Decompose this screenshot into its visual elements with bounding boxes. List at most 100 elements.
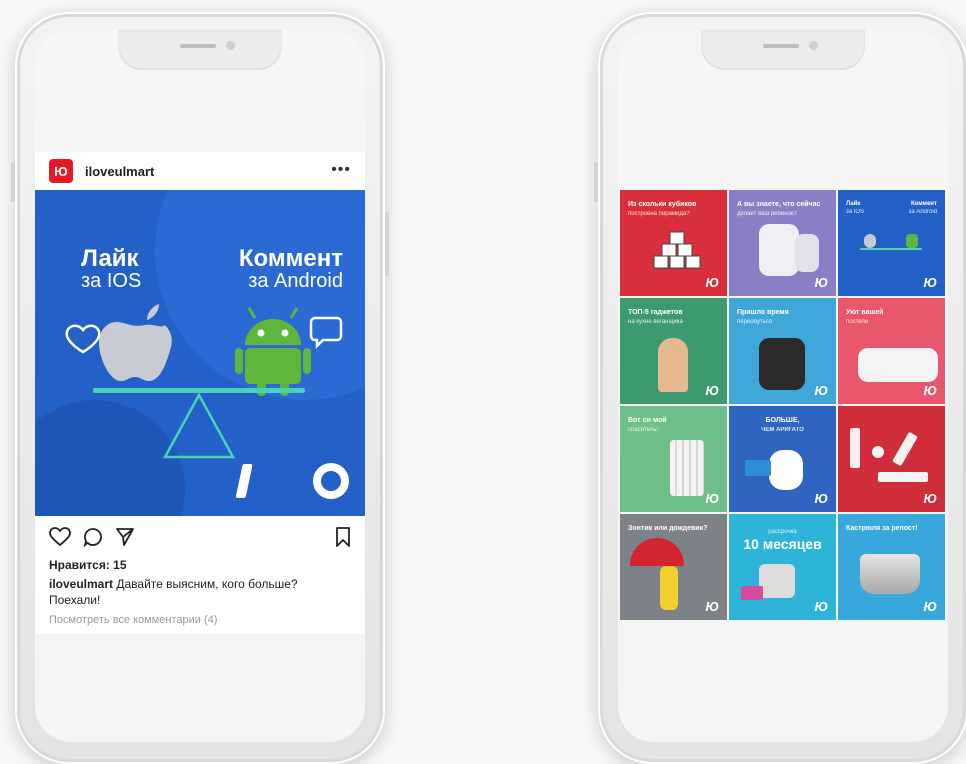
brand-logo-icon: Ю bbox=[814, 491, 828, 506]
tile-subtitle: постели bbox=[846, 319, 869, 325]
brand-logo-icon: Ю bbox=[705, 491, 719, 506]
brand-logo-icon: Ю bbox=[923, 491, 937, 506]
tile-subtitle: на кухне веганщика bbox=[628, 319, 683, 325]
volume-button bbox=[11, 162, 15, 202]
notch bbox=[701, 30, 865, 70]
comment-subtitle: за Android bbox=[248, 270, 343, 293]
grid-tile[interactable]: Кастрюля за репост! Ю bbox=[838, 514, 945, 620]
like-title: Лайк bbox=[81, 245, 139, 272]
apple-icon bbox=[99, 304, 172, 381]
tile-title: Пришло время bbox=[737, 309, 789, 316]
phone-left: Ю iloveulmart ••• Лайк за IOS Коммент за… bbox=[11, 12, 389, 764]
brand-logo-icon: Ю bbox=[923, 275, 937, 290]
tile-title: Вот он мой bbox=[628, 417, 667, 424]
grid-tile[interactable]: А вы знаете, что сейчас делает ваш ребен… bbox=[729, 190, 836, 296]
cubes-pyramid-icon bbox=[653, 231, 701, 269]
seesaw-plank bbox=[93, 388, 305, 393]
comment-for-android-text: Коммент за Android bbox=[239, 246, 343, 292]
brand-logo-icon: Ю bbox=[705, 383, 719, 398]
post-image[interactable]: Лайк за IOS Коммент за Android bbox=[35, 190, 365, 516]
like-for-ios-text: Лайк за IOS bbox=[81, 246, 141, 292]
tile-title: Из скольки кубиков bbox=[628, 201, 697, 208]
tile-title: рассрочка bbox=[768, 529, 797, 535]
tile-title: БОЛЬШЕ, bbox=[765, 417, 800, 424]
like-subtitle: за IOS bbox=[81, 270, 142, 293]
phone-screen: Ю iloveulmart ••• Лайк за IOS Коммент за… bbox=[35, 30, 365, 742]
card-image bbox=[741, 586, 763, 600]
umbrella-image bbox=[630, 538, 684, 566]
notch bbox=[118, 30, 282, 70]
power-button bbox=[385, 212, 389, 276]
grid-tile[interactable]: Лайк за IOS Коммент за Android Ю bbox=[838, 190, 945, 296]
view-all-comments-link[interactable]: Посмотреть все комментарии (4) bbox=[35, 608, 365, 634]
power-strip-image bbox=[892, 431, 918, 467]
like-heart-icon[interactable] bbox=[49, 527, 71, 547]
grid-tile[interactable]: Зонтик или дождевик? Ю bbox=[620, 514, 727, 620]
post-illustration bbox=[35, 190, 365, 516]
tile-title: А вы знаете, что сейчас bbox=[737, 201, 821, 208]
tile-subtitle: переобуться bbox=[737, 319, 773, 325]
card-image bbox=[745, 460, 771, 476]
phone-screen: Из скольки кубиков построена пирамида? Ю… bbox=[618, 30, 948, 742]
raincoat-image bbox=[660, 566, 678, 610]
apple-icon bbox=[864, 234, 876, 248]
post-actions bbox=[35, 516, 365, 558]
brand-logo-icon: Ю bbox=[705, 275, 719, 290]
tile-title: ТОП-5 гаджетов bbox=[628, 309, 683, 316]
tile-subtitle: за IOS bbox=[846, 209, 865, 215]
baby-monitor-image bbox=[795, 234, 819, 272]
likes-count[interactable]: Нравится: 15 bbox=[35, 558, 365, 572]
post-caption: iloveulmart Давайте выясним, кого больше… bbox=[35, 572, 365, 608]
grid-tile[interactable]: Пришло время переобуться Ю bbox=[729, 298, 836, 404]
washer-image bbox=[759, 564, 795, 598]
brand-logo-icon: Ю bbox=[814, 383, 828, 398]
bedding-photo bbox=[858, 348, 938, 382]
grid-tile[interactable]: Из скольки кубиков построена пирамида? Ю bbox=[620, 190, 727, 296]
front-camera bbox=[226, 41, 235, 50]
heater-image bbox=[670, 440, 704, 496]
speaker bbox=[763, 44, 799, 48]
volume-button bbox=[594, 162, 598, 202]
speaker bbox=[180, 44, 216, 48]
tires-image bbox=[759, 338, 805, 390]
tile-subtitle: ЧЕМ АРИГАТО bbox=[761, 427, 804, 433]
grid-tile[interactable]: рассрочка 10 месяцев Ю bbox=[729, 514, 836, 620]
tile-subtitle: спаситель! bbox=[628, 427, 659, 433]
caption-username[interactable]: iloveulmart bbox=[49, 577, 113, 591]
post-header: Ю iloveulmart ••• bbox=[35, 152, 365, 190]
comment-icon[interactable] bbox=[83, 527, 103, 547]
pot-image bbox=[860, 554, 920, 594]
grid-tile[interactable]: ТОП-5 гаджетов на кухне веганщика Ю bbox=[620, 298, 727, 404]
grid-tile[interactable]: Вот он мой спаситель! Ю bbox=[620, 406, 727, 512]
tile-title: Уют вашей bbox=[846, 309, 884, 316]
tile-subtitle: 10 месяцев bbox=[743, 536, 822, 552]
brand-logo-icon: Ю bbox=[923, 599, 937, 614]
tile-title: Кастрюля за репост! bbox=[846, 525, 918, 532]
tile-subtitle: построена пирамида? bbox=[628, 211, 690, 217]
grid-tile[interactable]: БОЛЬШЕ, ЧЕМ АРИГАТО Ю bbox=[729, 406, 836, 512]
power-strip-image bbox=[872, 446, 884, 458]
grid-tile[interactable]: Уют вашей постели Ю bbox=[838, 298, 945, 404]
power-strip-image bbox=[878, 472, 928, 482]
seesaw-plank bbox=[860, 248, 922, 250]
phone-right: Из скольки кубиков построена пирамида? Ю… bbox=[594, 12, 966, 764]
power-strip-image bbox=[850, 428, 860, 468]
grid-tile[interactable]: Ю bbox=[838, 406, 945, 512]
brand-logo-icon bbox=[235, 463, 349, 499]
tile-subtitle: делает ваш ребенок? bbox=[737, 211, 797, 217]
bookmark-icon[interactable] bbox=[335, 527, 351, 547]
comment-title: Коммент bbox=[238, 245, 343, 272]
brand-logo-icon: Ю bbox=[705, 599, 719, 614]
woman-photo bbox=[658, 338, 688, 392]
post-username[interactable]: iloveulmart bbox=[85, 164, 154, 179]
baby-monitor-image bbox=[759, 224, 799, 276]
profile-grid: Из скольки кубиков построена пирамида? Ю… bbox=[620, 190, 945, 622]
android-icon bbox=[906, 234, 918, 248]
share-icon[interactable] bbox=[115, 527, 135, 547]
lucky-cat-image bbox=[769, 450, 803, 490]
seesaw-triangle bbox=[162, 392, 236, 459]
more-options-icon[interactable]: ••• bbox=[331, 161, 351, 179]
avatar[interactable]: Ю bbox=[49, 159, 73, 183]
brand-logo-icon: Ю bbox=[814, 275, 828, 290]
front-camera bbox=[809, 41, 818, 50]
